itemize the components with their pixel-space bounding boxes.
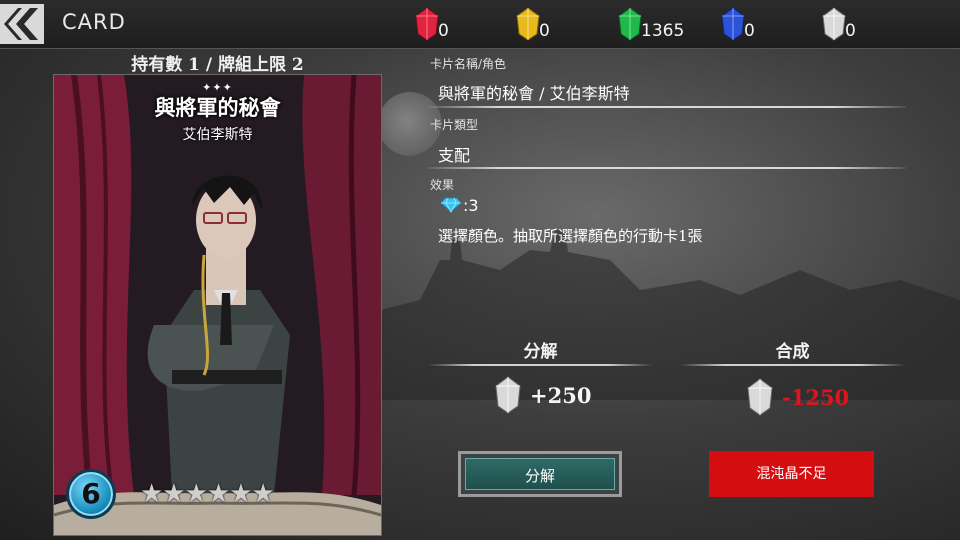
ownership-count: 持有數 1 / 牌組上限 2 xyxy=(131,55,304,75)
resource-red-crystal: 0 xyxy=(414,6,449,42)
chevron-left-icon xyxy=(0,4,44,44)
white-crystal-icon xyxy=(822,7,846,41)
yellow-crystal-icon xyxy=(516,7,540,41)
dismantle-button-label: 分解 xyxy=(465,458,615,490)
resource-red-count: 0 xyxy=(438,21,449,41)
diamond-icon xyxy=(440,197,462,213)
card-type-label: 卡片類型 xyxy=(430,118,479,132)
resource-yellow-crystal: 0 xyxy=(515,6,550,42)
card-name-value: 與將軍的秘會 / 艾伯李斯特 xyxy=(438,84,630,103)
effect-text: 選擇顏色。抽取所選擇顏色的行動卡1張 xyxy=(438,227,703,245)
card-name-label: 卡片名稱/角色 xyxy=(430,57,507,71)
dismantle-button[interactable]: 分解 xyxy=(458,451,622,497)
top-bar: CARD 0 0 1365 0 0 xyxy=(0,0,960,49)
card-cost-badge: 6 xyxy=(66,469,116,519)
resource-green-count: 1365 xyxy=(641,21,685,41)
resource-white-crystal: 0 xyxy=(821,6,856,42)
dismantle-amount: +250 xyxy=(530,382,592,408)
effect-gem-count: :3 xyxy=(463,196,479,215)
dismantle-reward: +250 xyxy=(494,376,591,414)
compose-amount: -1250 xyxy=(782,384,850,410)
divider xyxy=(428,106,906,108)
white-crystal-icon xyxy=(747,378,773,416)
green-crystal-icon xyxy=(618,7,642,41)
compose-divider xyxy=(680,364,905,366)
divider xyxy=(428,167,906,169)
back-button[interactable] xyxy=(0,4,44,44)
card-character: 艾伯李斯特 xyxy=(182,127,253,143)
card-artwork xyxy=(54,75,381,535)
card-type-value: 支配 xyxy=(438,146,471,165)
card-rarity-stars: ★★★★★★ xyxy=(140,479,275,509)
resource-yellow-count: 0 xyxy=(539,21,550,41)
red-crystal-icon xyxy=(415,7,439,41)
compose-cost: -1250 xyxy=(746,378,849,416)
card-title-block: ✦✦✦ 與將軍的秘會 艾伯李斯特 xyxy=(54,81,381,144)
resource-blue-count: 0 xyxy=(744,21,755,41)
screen-title: CARD xyxy=(62,10,126,34)
dismantle-title: 分解 xyxy=(523,342,558,362)
compose-title: 合成 xyxy=(775,342,810,362)
white-crystal-icon xyxy=(495,376,521,414)
resource-green-crystal: 1365 xyxy=(617,6,684,42)
card-frame[interactable]: ✦✦✦ 與將軍的秘會 艾伯李斯特 6 ★★★★★★ xyxy=(53,74,382,536)
card-name: 與將軍的秘會 xyxy=(154,95,281,120)
resource-white-count: 0 xyxy=(845,21,856,41)
compose-button-insufficient[interactable]: 混沌晶不足 xyxy=(709,451,874,497)
effect-label: 效果 xyxy=(430,178,455,192)
blue-crystal-icon xyxy=(721,7,745,41)
dismantle-divider xyxy=(428,364,653,366)
resource-blue-crystal: 0 xyxy=(720,6,755,42)
